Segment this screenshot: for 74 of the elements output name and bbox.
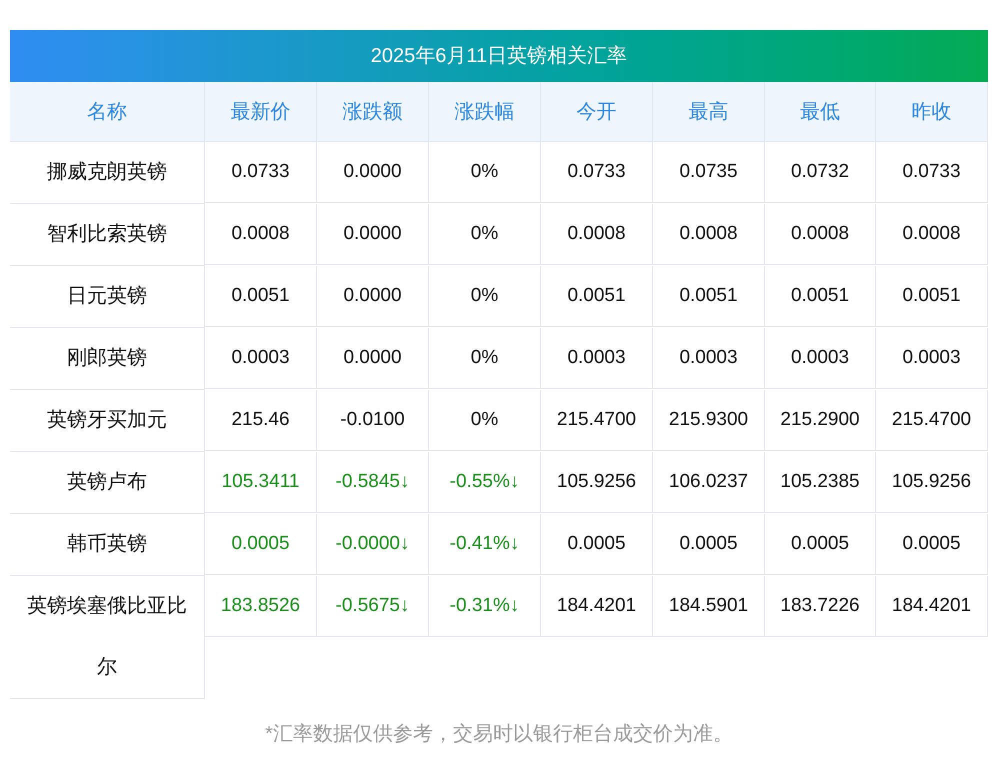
column-header: 名称 (10, 82, 205, 142)
table-cell: 105.2385 (765, 452, 876, 513)
table-cell: 0.0008 (653, 204, 765, 265)
column-header: 最高 (653, 82, 765, 142)
table-cell: 0.0000 (317, 266, 429, 327)
table-cell: 0.0051 (205, 266, 317, 327)
table-cell: 0.0005 (765, 514, 876, 575)
column-header: 今开 (541, 82, 653, 142)
column-header: 涨跌额 (317, 82, 429, 142)
table-cell: 0.0008 (765, 204, 876, 265)
table-cell: 215.4700 (876, 390, 988, 451)
table-cell: 0.0733 (876, 142, 988, 203)
currency-pair-name: 挪威克朗英镑 (10, 142, 205, 204)
table-cell: -0.41%↓ (429, 514, 541, 575)
table-cell: 215.9300 (653, 390, 765, 451)
table-cell: 183.7226 (765, 576, 876, 637)
currency-pair-name: 智利比索英镑 (10, 204, 205, 266)
table-cell: -0.31%↓ (429, 576, 541, 637)
currency-pair-name: 日元英镑 (10, 266, 205, 328)
currency-pair-name: 刚郎英镑 (10, 328, 205, 390)
table-cell: 215.2900 (765, 390, 876, 451)
currency-pair-name: 英镑卢布 (10, 452, 205, 514)
currency-pair-name: 韩币英镑 (10, 514, 205, 576)
table-cell: 0.0051 (653, 266, 765, 327)
table-cell: 0.0003 (876, 328, 988, 389)
table-cell: -0.5845↓ (317, 452, 429, 513)
table-cell: 0.0005 (541, 514, 653, 575)
table-cell: 0.0000 (317, 204, 429, 265)
table-cell: 106.0237 (653, 452, 765, 513)
table-cell: 0% (429, 390, 541, 451)
table-cell: 0.0008 (205, 204, 317, 265)
table-cell: 0.0003 (205, 328, 317, 389)
table-cell: 184.4201 (876, 576, 988, 637)
table-cell: 0.0003 (653, 328, 765, 389)
table-cell: 105.9256 (541, 452, 653, 513)
table-cell: 0.0000 (317, 328, 429, 389)
table-cell: 105.3411 (205, 452, 317, 513)
column-header: 昨收 (876, 82, 988, 142)
table-cell: 0.0000 (317, 142, 429, 203)
table-cell: 0.0733 (205, 142, 317, 203)
column-header: 涨跌幅 (429, 82, 541, 142)
column-header: 最新价 (205, 82, 317, 142)
table-cell: 0.0005 (205, 514, 317, 575)
table-cell: 0.0008 (876, 204, 988, 265)
table-cell: 0.0005 (876, 514, 988, 575)
table-cell: 0.0005 (653, 514, 765, 575)
table-cell: 0% (429, 266, 541, 327)
table-cell: 183.8526 (205, 576, 317, 637)
table-cell: -0.5675↓ (317, 576, 429, 637)
table-cell: 184.4201 (541, 576, 653, 637)
footnote: *汇率数据仅供参考，交易时以银行柜台成交价为准。 (264, 722, 734, 747)
table-cell: 0.0003 (765, 328, 876, 389)
table-cell: 0.0735 (653, 142, 765, 203)
table-cell: -0.55%↓ (429, 452, 541, 513)
column-header: 最低 (765, 82, 876, 142)
table-cell: 184.5901 (653, 576, 765, 637)
table-cell: 0.0051 (541, 266, 653, 327)
table-cell: 0% (429, 142, 541, 203)
table-cell: 215.4700 (541, 390, 653, 451)
currency-pair-name: 英镑埃塞俄比亚比尔 (10, 576, 205, 699)
table-cell: 0.0008 (541, 204, 653, 265)
table-cell: 0% (429, 204, 541, 265)
table-title: 2025年6月11日英镑相关汇率 (10, 30, 988, 82)
table-cell: 105.9256 (876, 452, 988, 513)
table-cell: 0.0051 (876, 266, 988, 327)
table-cell: 0.0051 (765, 266, 876, 327)
table-cell: -0.0100 (317, 390, 429, 451)
table-cell: -0.0000↓ (317, 514, 429, 575)
table-cell: 0.0733 (541, 142, 653, 203)
currency-pair-name: 英镑牙买加元 (10, 390, 205, 452)
table-cell: 0% (429, 328, 541, 389)
table-cell: 215.46 (205, 390, 317, 451)
table-cell: 0.0003 (541, 328, 653, 389)
table-cell: 0.0732 (765, 142, 876, 203)
